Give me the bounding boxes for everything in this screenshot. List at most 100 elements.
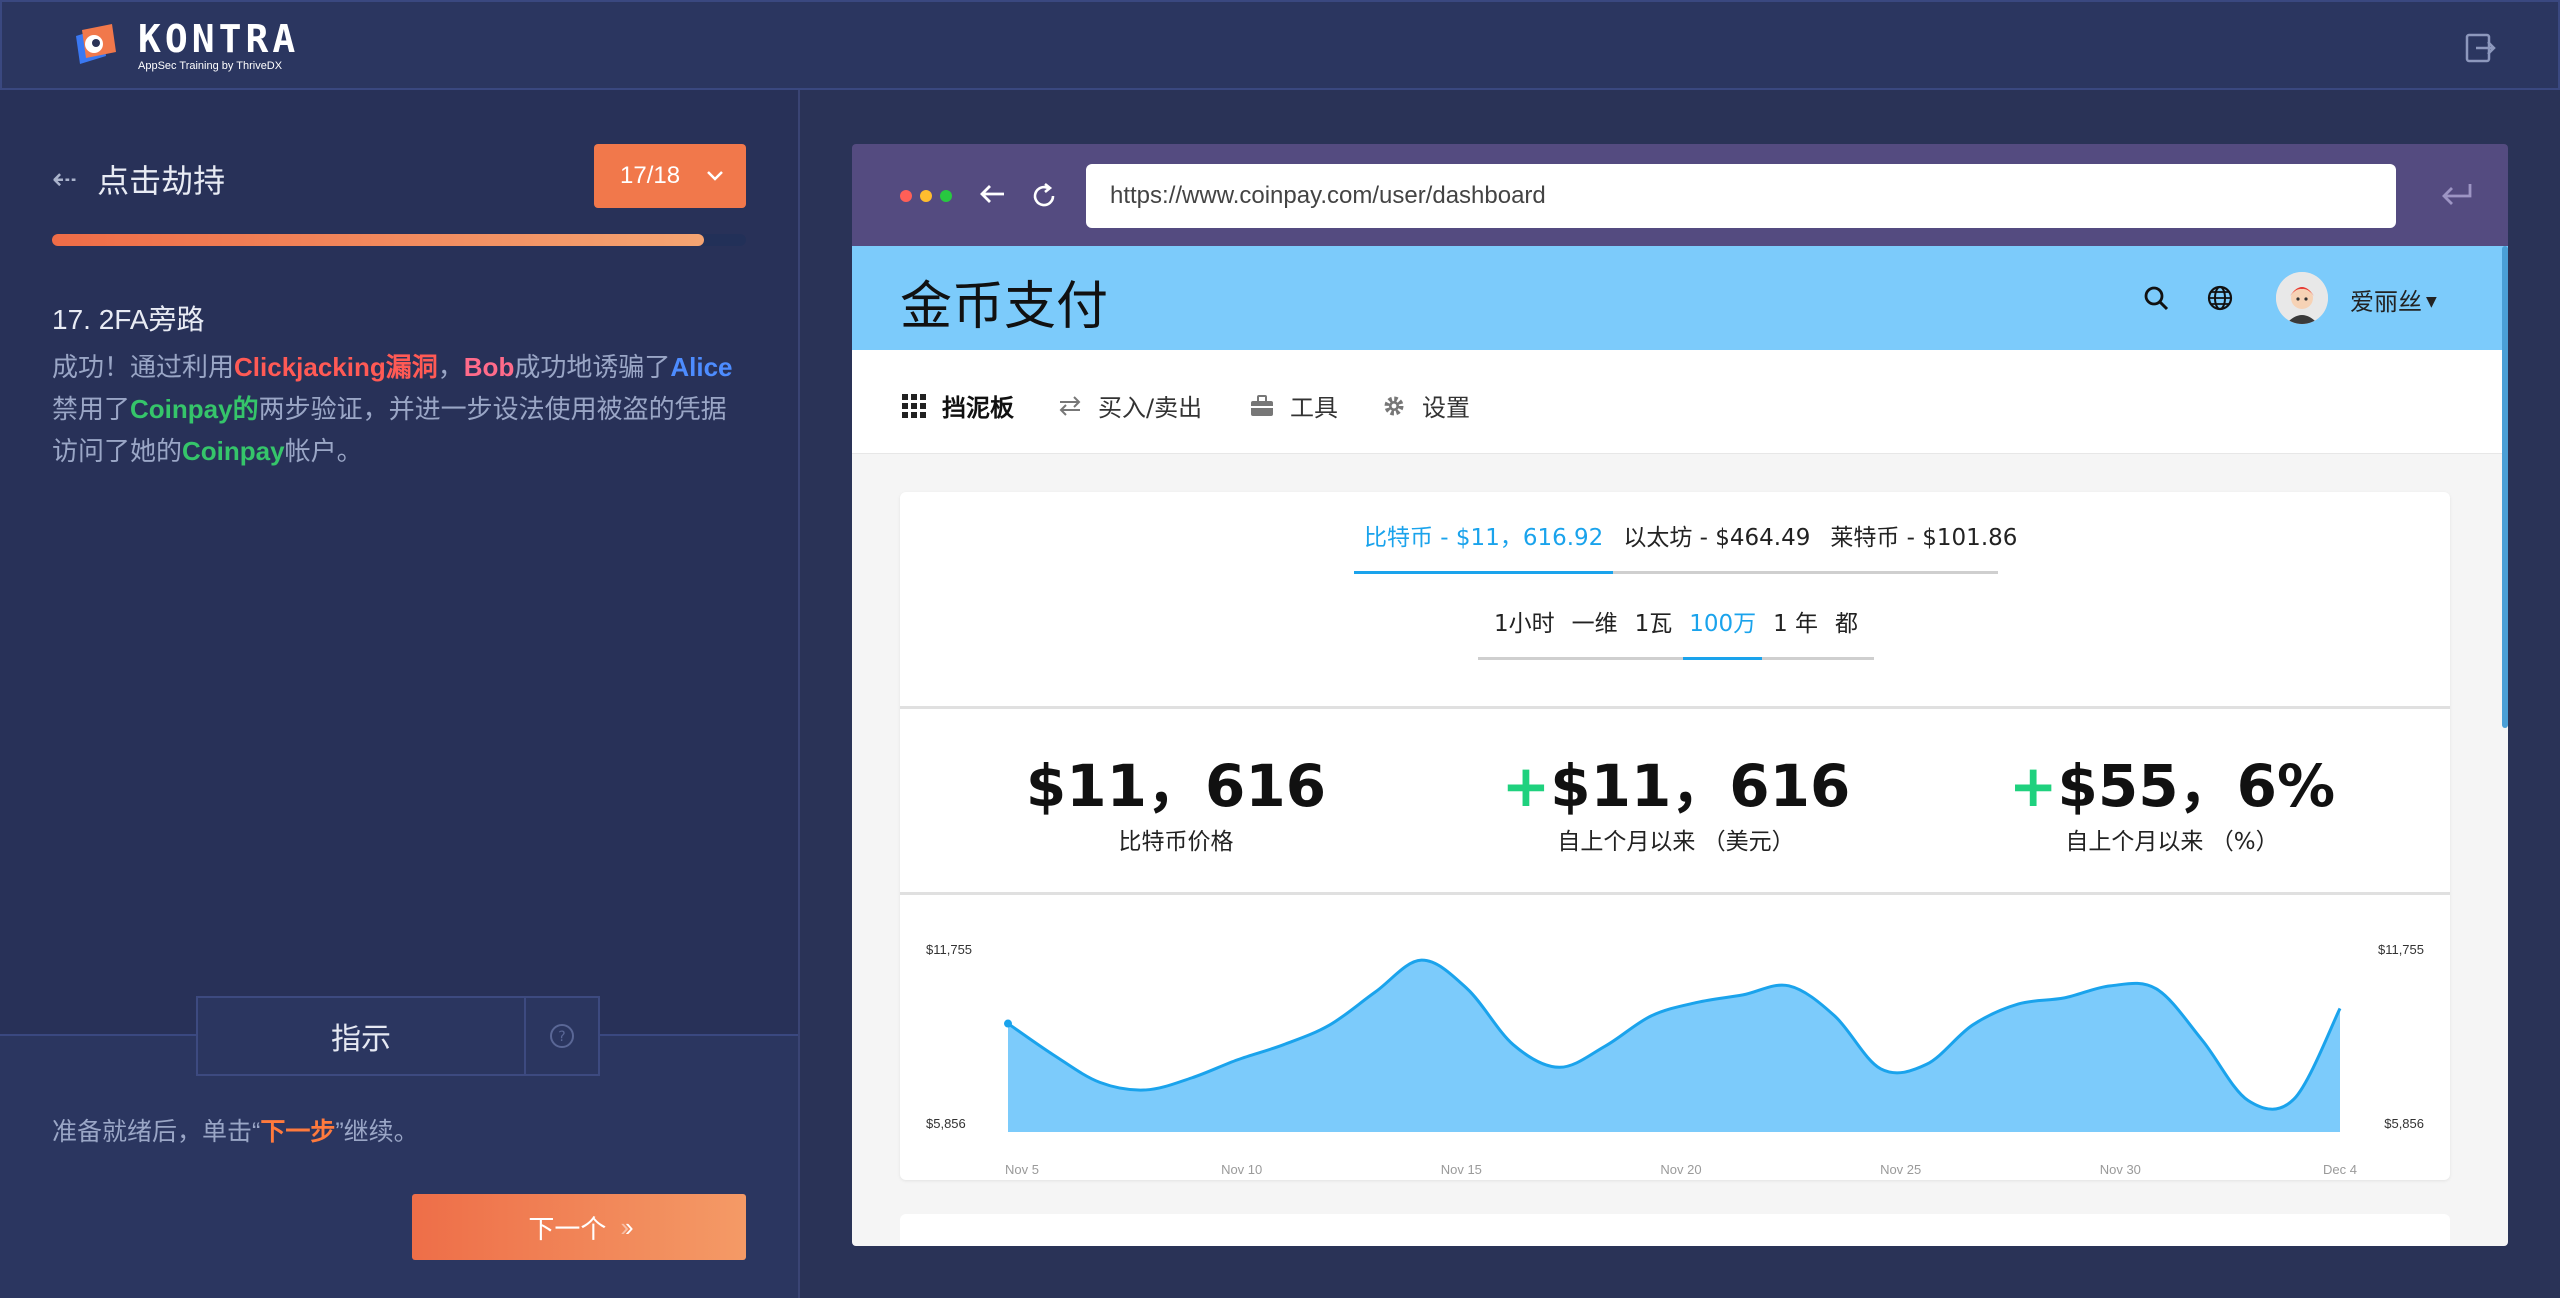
avatar[interactable] [2276, 272, 2328, 324]
range-tab-1m[interactable]: 100万 [1683, 608, 1763, 660]
chevron-down-icon [707, 171, 723, 181]
globe-icon[interactable] [2204, 282, 2236, 314]
back-button[interactable]: ⇠ 点击劫持 [52, 156, 225, 202]
body-highlight-clickjacking: Clickjacking漏洞 [234, 352, 438, 382]
stat-value: $11，616 [1025, 752, 1327, 820]
x-tick-label: Nov 10 [1221, 1162, 1262, 1177]
card-divider [900, 706, 2450, 709]
window-maximize-dot[interactable] [940, 190, 952, 202]
browser-reload-icon[interactable] [1028, 180, 1060, 212]
nav-item-dashboard[interactable]: 挡泥板 [900, 388, 1014, 423]
stat-label: 自上个月以来 （%） [2065, 829, 2279, 855]
range-tab-1h[interactable]: 1小时 [1488, 608, 1561, 660]
site-title: 金币支付 [900, 277, 1109, 337]
browser-window: https://www.coinpay.com/user/dashboard 金… [852, 144, 2508, 1246]
brand-title: KONTRA [138, 17, 300, 61]
y-tick-label-left: $5,856 [926, 1116, 966, 1131]
exchange-icon [1059, 395, 1081, 416]
gear-icon [1384, 396, 1404, 415]
stat-plus: + [2008, 752, 2058, 820]
x-tick-label: Nov 30 [2100, 1162, 2141, 1177]
x-tick-label: Nov 15 [1441, 1162, 1482, 1177]
top-bar: KONTRA AppSec Training by ThriveDX [0, 0, 2560, 90]
site-nav: 挡泥板 买入/卖出 工具 设置 [852, 350, 2508, 454]
range-tab-1w[interactable]: 1瓦 [1629, 608, 1679, 660]
ready-instruction: 准备就绪后，单击“下一步”继续。 [52, 1112, 419, 1148]
tab-bitcoin[interactable]: 比特币 - $11，616.92 [1354, 522, 1614, 574]
next-button-label: 下一个 [528, 1213, 607, 1244]
chart-point[interactable] [1004, 1019, 1012, 1028]
range-tab-1d[interactable]: 一维 [1566, 608, 1624, 660]
search-icon[interactable] [2140, 282, 2172, 314]
hint-tab[interactable]: 指示 ? [196, 996, 600, 1076]
nav-label: 工具 [1290, 394, 1338, 422]
stat-change-usd: +$11，616 自上个月以来 （美元） [1476, 754, 1876, 856]
range-tab-all[interactable]: 都 [1829, 608, 1864, 660]
body-text: ， [437, 352, 464, 382]
kontra-logo-icon [76, 24, 116, 64]
y-tick-label-left: $11,755 [926, 942, 972, 957]
nav-item-tools[interactable]: 工具 [1248, 388, 1338, 423]
price-area-chart[interactable]: $11,755 $11,755 $5,856 $5,856 Nov 5 Nov 10 Nov… [900, 912, 2450, 1180]
body-text: 帐户。 [284, 436, 363, 466]
enter-icon[interactable] [2438, 178, 2474, 210]
step-description: 成功！通过利用Clickjacking漏洞，Bob成功地诱骗了Alice 禁用了C… [52, 346, 752, 472]
nav-label: 挡泥板 [942, 394, 1014, 422]
svg-text:?: ? [558, 1029, 565, 1045]
price-card: 比特币 - $11，616.92 以太坊 - $464.49 莱特币 - $10… [900, 492, 2450, 1180]
brand-subtitle: AppSec Training by ThriveDX [138, 60, 283, 72]
user-name: 爱丽丝 [2350, 288, 2422, 316]
stat-label: 自上个月以来 （美元） [1557, 829, 1795, 855]
hint-label: 指示 [198, 998, 526, 1074]
coin-tabs: 比特币 - $11，616.92 以太坊 - $464.49 莱特币 - $10… [1354, 522, 2017, 574]
body-text: 成功地诱骗了 [514, 352, 671, 382]
nav-item-settings[interactable]: 设置 [1380, 388, 1470, 423]
body-highlight-coinpay: Coinpay的 [130, 394, 259, 424]
lesson-progress-bar [52, 234, 746, 246]
nav-label: 买入/卖出 [1098, 394, 1203, 422]
nav-label: 设置 [1422, 394, 1470, 422]
stat-btc-price: $11，616 比特币价格 [976, 754, 1376, 856]
x-tick-label: Nov 5 [1005, 1162, 1039, 1177]
stat-value: $11，616 [1550, 752, 1851, 820]
briefcase-icon [1251, 394, 1273, 416]
nav-item-buy-sell[interactable]: 买入/卖出 [1056, 388, 1202, 423]
ready-next-highlight: 下一步 [260, 1118, 336, 1146]
body-text: 禁用了 [52, 394, 131, 424]
y-tick-label-right: $11,755 [2378, 942, 2424, 957]
lesson-progress-fill [52, 234, 705, 246]
step-selector-dropdown[interactable]: 17/18 [594, 144, 746, 208]
tab-ethereum[interactable]: 以太坊 - $464.49 [1613, 522, 1820, 574]
help-question-icon[interactable]: ? [526, 998, 598, 1074]
arrow-left-icon: ⇠ [52, 161, 78, 197]
user-menu[interactable]: 爱丽丝 ▼ [2350, 282, 2437, 317]
url-bar[interactable]: https://www.coinpay.com/user/dashboard [1086, 164, 2396, 228]
tab-litecoin[interactable]: 莱特币 - $101.86 [1820, 522, 2027, 574]
x-tick-label: Nov 20 [1660, 1162, 1701, 1177]
card-divider [900, 892, 2450, 895]
coinpay-site: 金币支付 爱丽丝 ▼ 挡泥板 买入/卖出 工具 设置 比特币 - $11，616… [852, 246, 2508, 1246]
range-tab-1y[interactable]: 1 年 [1767, 608, 1824, 660]
step-indicator: 17/18 [620, 162, 681, 189]
caret-down-icon: ▼ [2426, 294, 2437, 310]
range-tabs: 1小时 一维 1瓦 100万 1 年 都 [1478, 608, 1874, 660]
next-button[interactable]: 下一个 ›› [412, 1194, 746, 1260]
browser-back-icon[interactable] [976, 178, 1008, 210]
site-scrollbar[interactable] [2502, 246, 2508, 728]
window-minimize-dot[interactable] [920, 190, 932, 202]
x-tick-label: Nov 25 [1880, 1162, 1921, 1177]
body-highlight-bob: Bob [463, 352, 515, 382]
browser-chrome: https://www.coinpay.com/user/dashboard [852, 144, 2508, 246]
ready-text: ”继续。 [335, 1118, 419, 1146]
step-heading: 17. 2FA旁路 [52, 304, 205, 335]
grid-icon [902, 393, 926, 418]
secondary-card [900, 1214, 2450, 1246]
window-close-dot[interactable] [900, 190, 912, 202]
stat-plus: + [1501, 752, 1551, 820]
logout-icon[interactable] [2464, 32, 2496, 64]
kontra-logo[interactable]: KONTRA AppSec Training by ThriveDX [72, 20, 299, 72]
body-text: 成功！通过利用 [52, 352, 235, 382]
stat-label: 比特币价格 [1118, 829, 1234, 855]
url-text: https://www.coinpay.com/user/dashboard [1110, 182, 1546, 209]
body-highlight-coinpay: Coinpay [182, 436, 285, 466]
